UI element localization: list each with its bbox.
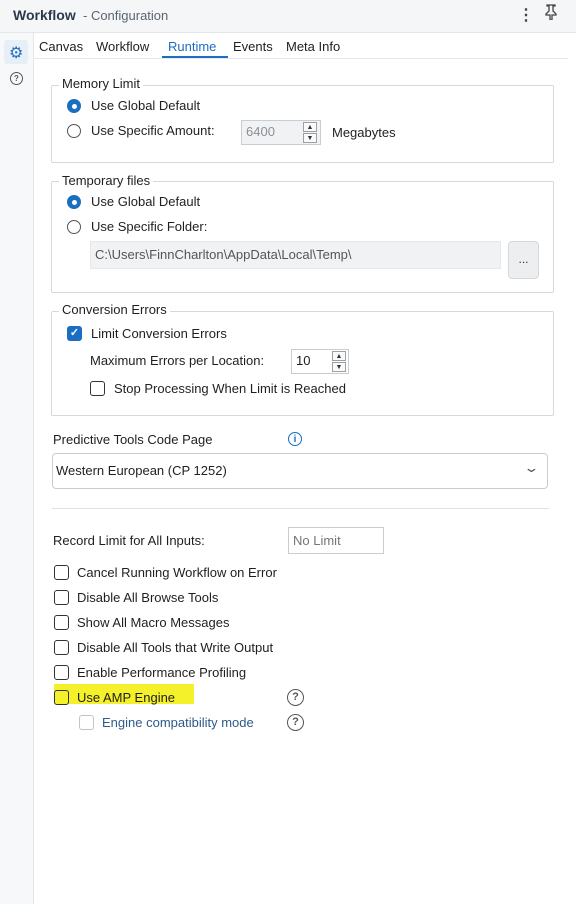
help-icon[interactable]: ? <box>10 72 23 85</box>
tab-events[interactable]: Events <box>233 39 273 54</box>
memory-amount-up[interactable]: ▲ <box>303 122 317 132</box>
temp-specific-folder-radio[interactable] <box>67 220 81 234</box>
section-divider <box>52 508 549 509</box>
use-amp-engine-checkbox[interactable] <box>54 690 69 705</box>
engine-compat-label: Engine compatibility mode <box>102 715 254 730</box>
panel-subtitle: - Configuration <box>83 8 169 23</box>
side-strip <box>0 33 34 904</box>
active-tab-indicator <box>162 56 228 58</box>
predictive-code-page-label: Predictive Tools Code Page <box>53 432 213 447</box>
code-page-selected-value: Western European (CP 1252) <box>56 463 227 478</box>
temp-folder-path-input[interactable]: C:\Users\FinnCharlton\AppData\Local\Temp… <box>90 241 501 269</box>
memory-amount-down[interactable]: ▼ <box>303 133 317 143</box>
performance-profiling-checkbox[interactable] <box>54 665 69 680</box>
engine-compat-checkbox[interactable] <box>79 715 94 730</box>
memory-specific-amount-label: Use Specific Amount: <box>91 123 215 138</box>
tab-meta-info[interactable]: Meta Info <box>286 39 340 54</box>
temp-specific-folder-label: Use Specific Folder: <box>91 219 208 234</box>
max-errors-down[interactable]: ▼ <box>332 362 346 372</box>
max-errors-label: Maximum Errors per Location: <box>90 353 265 368</box>
memory-limit-legend: Memory Limit <box>59 76 144 91</box>
tab-workflow[interactable]: Workflow <box>96 39 149 54</box>
limit-conversion-errors-label: Limit Conversion Errors <box>91 326 227 341</box>
conversion-errors-legend: Conversion Errors <box>59 302 170 317</box>
cancel-on-error-label: Cancel Running Workflow on Error <box>77 565 277 580</box>
memory-global-default-label: Use Global Default <box>91 98 201 113</box>
disable-browse-label: Disable All Browse Tools <box>77 590 219 605</box>
disable-browse-checkbox[interactable] <box>54 590 69 605</box>
max-errors-up[interactable]: ▲ <box>332 351 346 361</box>
temp-global-default-radio[interactable] <box>67 195 81 209</box>
memory-global-default-radio[interactable] <box>67 99 81 113</box>
cancel-on-error-checkbox[interactable] <box>54 565 69 580</box>
record-limit-label: Record Limit for All Inputs: <box>53 533 205 548</box>
memory-unit-label: Megabytes <box>332 125 396 140</box>
disable-write-output-checkbox[interactable] <box>54 640 69 655</box>
stop-processing-checkbox[interactable] <box>90 381 105 396</box>
temporary-files-legend: Temporary files <box>59 173 154 188</box>
limit-conversion-errors-checkbox[interactable]: ✓ <box>67 326 82 341</box>
temp-global-default-label: Use Global Default <box>91 194 201 209</box>
chevron-down-icon[interactable]: ⌄ <box>523 460 539 476</box>
tab-canvas[interactable]: Canvas <box>39 39 83 54</box>
memory-specific-amount-radio[interactable] <box>67 124 81 138</box>
disable-write-output-label: Disable All Tools that Write Output <box>77 640 274 655</box>
record-limit-input[interactable] <box>288 527 384 554</box>
show-macro-messages-label: Show All Macro Messages <box>77 615 230 630</box>
performance-profiling-label: Enable Performance Profiling <box>77 665 247 680</box>
show-macro-messages-checkbox[interactable] <box>54 615 69 630</box>
browse-folder-button[interactable]: ... <box>508 241 539 279</box>
amp-help-icon[interactable]: ? <box>287 689 304 706</box>
use-amp-engine-label: Use AMP Engine <box>77 690 176 705</box>
engine-compat-help-icon[interactable]: ? <box>287 714 304 731</box>
gear-icon[interactable]: ⚙ <box>9 43 23 63</box>
panel-title: Workflow <box>13 7 76 23</box>
info-icon[interactable]: i <box>288 432 302 446</box>
stop-processing-label: Stop Processing When Limit is Reached <box>114 381 346 396</box>
tab-runtime[interactable]: Runtime <box>168 39 216 54</box>
pin-icon[interactable] <box>544 4 558 24</box>
more-options-icon[interactable]: ⋮ <box>518 5 534 25</box>
tabs-divider <box>34 58 568 59</box>
